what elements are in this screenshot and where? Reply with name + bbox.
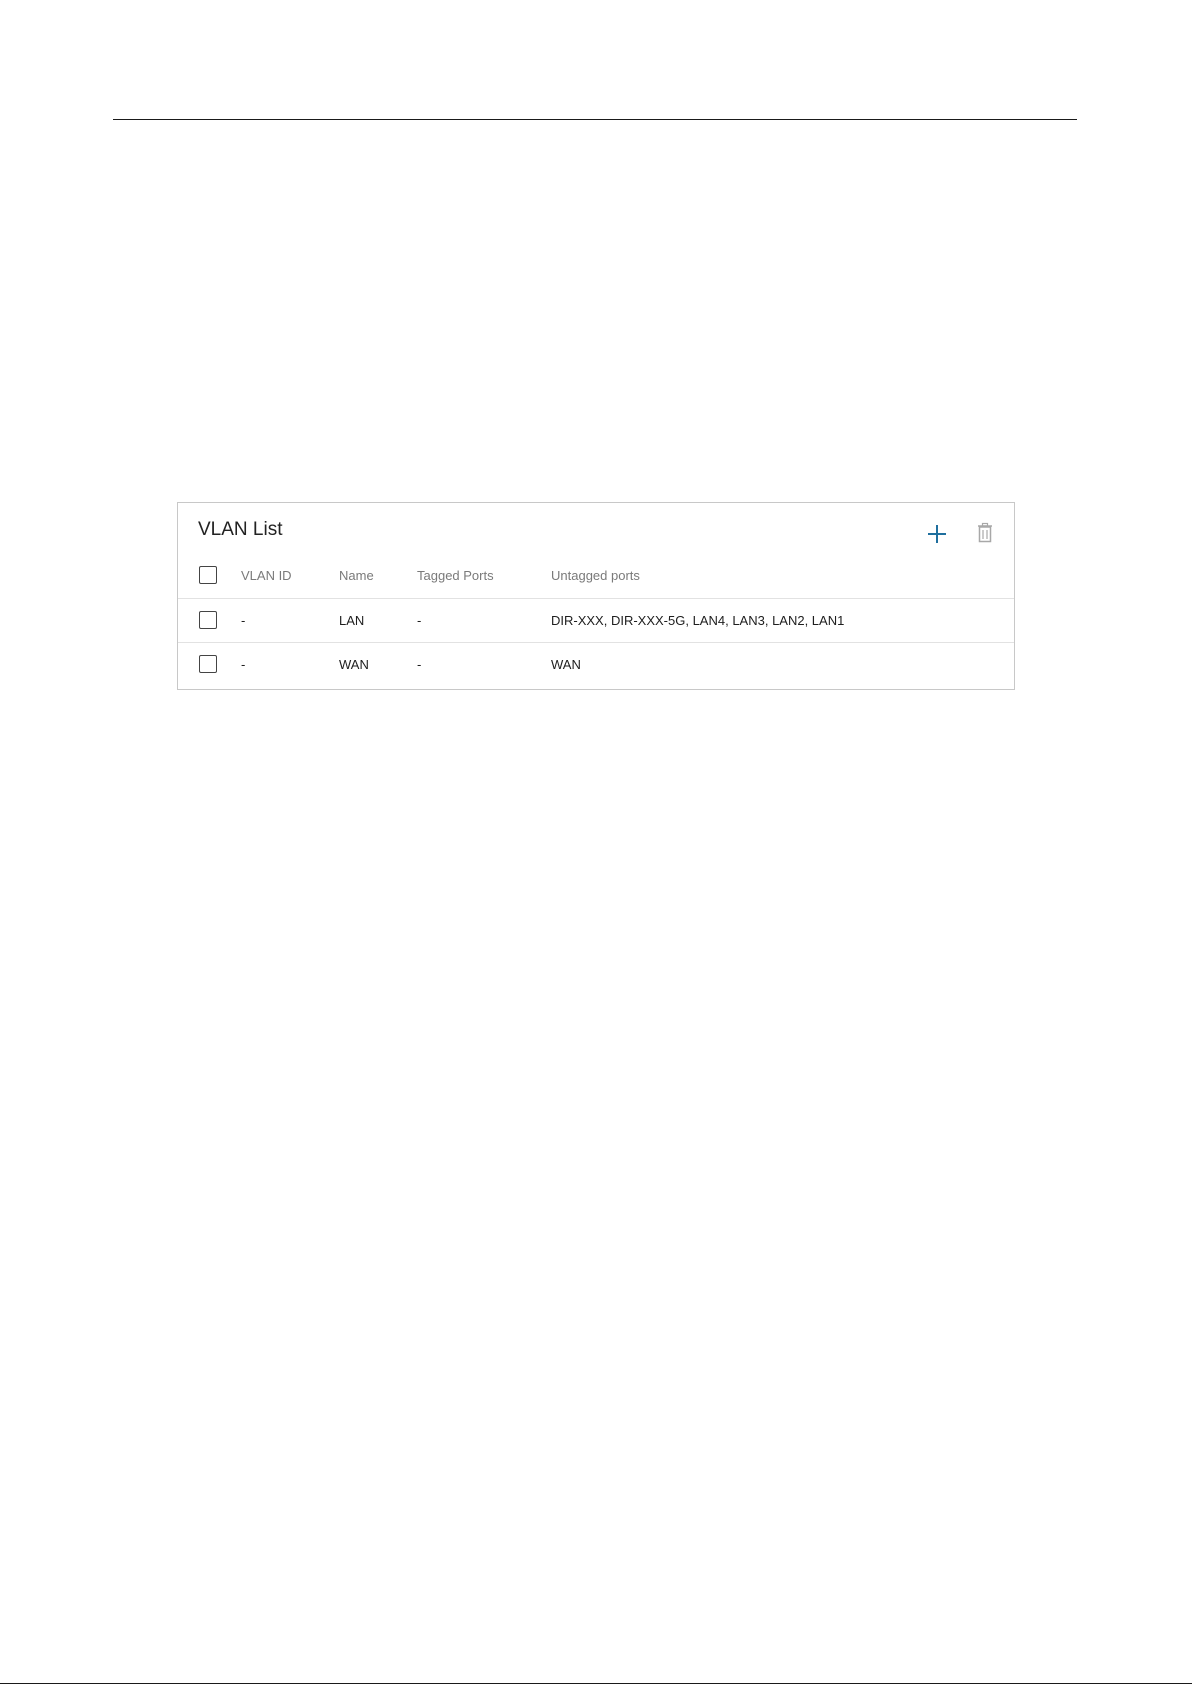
row-checkbox[interactable] [199, 611, 217, 629]
trash-icon [978, 522, 992, 543]
table-header: VLAN ID Name Tagged Ports Untagged ports [178, 554, 1014, 598]
cell-vlan-id: - [241, 657, 246, 672]
cell-vlan-id: - [241, 613, 246, 628]
vlan-list-panel: VLAN List VLAN ID Name Tagged Ports Unta… [177, 502, 1015, 690]
table-row[interactable]: - LAN - DIR-XXX, DIR-XXX-5G, LAN4, LAN3,… [178, 598, 1014, 643]
cell-untagged-ports: DIR-XXX, DIR-XXX-5G, LAN4, LAN3, LAN2, L… [551, 613, 845, 628]
column-header-name[interactable]: Name [339, 568, 374, 583]
column-header-vlan-id[interactable]: VLAN ID [241, 568, 292, 583]
footer-rule [0, 1683, 1192, 1684]
select-all-checkbox[interactable] [199, 566, 217, 584]
document-page: VLAN List VLAN ID Name Tagged Ports Unta… [0, 0, 1192, 1685]
plus-icon [928, 525, 946, 543]
add-vlan-button[interactable] [926, 523, 948, 545]
cell-untagged-ports: WAN [551, 657, 581, 672]
header-rule [113, 119, 1077, 120]
delete-vlan-button[interactable] [976, 522, 994, 544]
panel-title: VLAN List [198, 519, 283, 540]
row-checkbox[interactable] [199, 655, 217, 673]
column-header-tagged-ports[interactable]: Tagged Ports [417, 568, 494, 583]
cell-tagged-ports: - [417, 657, 422, 672]
cell-name: LAN [339, 613, 365, 628]
cell-name: WAN [339, 657, 369, 672]
cell-tagged-ports: - [417, 613, 422, 628]
table-row[interactable]: - WAN - WAN [178, 642, 1014, 687]
column-header-untagged-ports[interactable]: Untagged ports [551, 568, 640, 583]
